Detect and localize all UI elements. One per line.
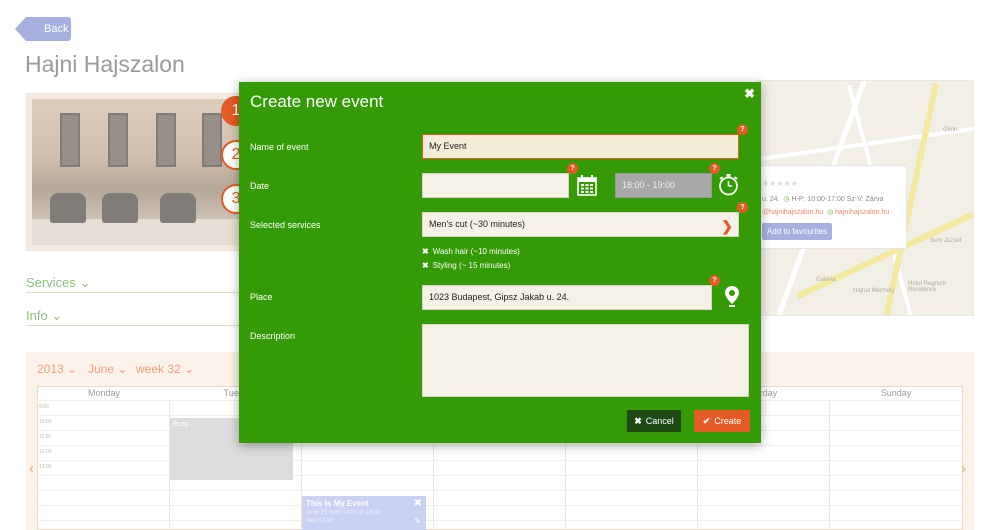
service-select[interactable]: Men's cut (~30 minutes) ❯ bbox=[422, 212, 739, 237]
event-title: This Is My Event bbox=[306, 499, 369, 508]
help-icon[interactable]: ? bbox=[709, 163, 720, 174]
services-toggle[interactable]: Services ⌄ bbox=[26, 275, 90, 291]
place-label: Place bbox=[250, 292, 273, 302]
service-select-value: Men's cut (~30 minutes) bbox=[429, 219, 526, 229]
info-toggle[interactable]: Info ⌄ bbox=[26, 308, 62, 324]
divider bbox=[26, 325, 246, 326]
chevron-down-icon: ⌄ bbox=[79, 275, 91, 290]
stopwatch-icon[interactable] bbox=[718, 174, 739, 196]
extra-service-item: ✖ Styling (~ 15 minutes) bbox=[422, 261, 511, 270]
website-link[interactable]: hajnihajszalon.hu bbox=[835, 209, 889, 216]
remove-icon[interactable]: ✖ bbox=[422, 261, 429, 270]
dialog-title: Create new event bbox=[250, 92, 384, 111]
year-select[interactable]: 2013 ⌄ bbox=[37, 362, 77, 376]
chevron-down-icon: ⌄ bbox=[184, 362, 195, 376]
edit-event-icon[interactable]: ✎ bbox=[414, 517, 421, 526]
cancel-button[interactable]: ✖ Cancel bbox=[627, 410, 681, 432]
map-label: Galéria bbox=[816, 277, 836, 283]
chevron-down-icon: ⌄ bbox=[117, 362, 128, 376]
create-event-dialog: Create new event ✖ Name of event My Even… bbox=[239, 82, 761, 443]
event-service: Men's Cut bbox=[306, 518, 333, 524]
time-label: 10:00 bbox=[39, 419, 52, 425]
month-select[interactable]: June ⌄ bbox=[88, 362, 127, 376]
time-input[interactable]: 18:00 - 19:00 bbox=[615, 173, 712, 198]
close-icon[interactable]: ✖ bbox=[744, 86, 755, 102]
map-info-card: ★★★★★ u. 24. ◷ H-P: 10:00-17:00 Sz-V: Zá… bbox=[757, 165, 907, 249]
prev-week-arrow-icon[interactable]: ‹ bbox=[29, 460, 34, 477]
date-input[interactable] bbox=[422, 173, 569, 198]
help-icon[interactable]: ? bbox=[737, 124, 748, 135]
event-time: June 23 from 14:00 to 16:00 bbox=[306, 510, 382, 516]
close-icon: ✖ bbox=[634, 416, 642, 426]
back-button[interactable]: Back bbox=[15, 17, 71, 41]
salon-photo bbox=[26, 93, 248, 251]
create-button[interactable]: ✔ Create bbox=[694, 410, 750, 432]
week-select[interactable]: week 32 ⌄ bbox=[136, 362, 194, 376]
day-header-monday: Monday bbox=[87, 388, 121, 398]
help-icon[interactable]: ? bbox=[737, 202, 748, 213]
event-name-input[interactable]: My Event bbox=[422, 134, 739, 159]
day-header-sunday: Sunday bbox=[880, 388, 912, 398]
description-label: Description bbox=[250, 331, 296, 341]
time-label: 9:00 bbox=[39, 404, 49, 410]
time-label: 12:00 bbox=[39, 449, 52, 455]
chevron-down-icon: ⌄ bbox=[51, 308, 63, 323]
check-icon: ✔ bbox=[702, 416, 711, 426]
add-to-favourites-button[interactable]: Add to favourites bbox=[762, 223, 832, 240]
calendar-event[interactable]: This Is My Event June 23 from 14:00 to 1… bbox=[302, 496, 426, 530]
help-icon[interactable]: ? bbox=[709, 275, 720, 286]
time-label: 11:00 bbox=[39, 434, 52, 440]
chevron-down-icon: ❯ bbox=[721, 218, 733, 234]
time-label: 13:00 bbox=[39, 464, 52, 470]
name-label: Name of event bbox=[250, 142, 309, 152]
remove-icon[interactable]: ✖ bbox=[422, 247, 429, 256]
email-link[interactable]: @hajnihajszalon.hu bbox=[762, 209, 823, 216]
description-textarea[interactable] bbox=[422, 324, 749, 397]
rating-stars: ★★★★★ bbox=[762, 179, 798, 188]
divider bbox=[26, 292, 246, 293]
calendar-icon[interactable] bbox=[577, 175, 597, 196]
map-label: Hajnal Menhely bbox=[853, 288, 895, 294]
date-label: Date bbox=[250, 181, 270, 191]
salon-title: Hajni Hajszalon bbox=[25, 51, 185, 77]
map-label: Bem József bbox=[930, 238, 962, 244]
clock-icon: ◷ bbox=[783, 196, 790, 203]
next-week-arrow-icon[interactable]: › bbox=[961, 460, 966, 477]
chevron-down-icon: ⌄ bbox=[67, 362, 78, 376]
delete-event-icon[interactable]: ✖ bbox=[414, 498, 422, 509]
map-pin-icon[interactable] bbox=[724, 285, 740, 308]
map-label: Hotel Regnum Residence bbox=[908, 281, 947, 293]
services-label: Selected services bbox=[250, 220, 321, 230]
place-input[interactable]: 1023 Budapest, Gipsz Jakab u. 24. bbox=[422, 285, 712, 310]
globe-icon: ◎ bbox=[827, 209, 834, 216]
map-label: Gimn. bbox=[943, 127, 960, 133]
help-icon[interactable]: ? bbox=[567, 163, 578, 174]
extra-service-item: ✖ Wash hair (~10 minutes) bbox=[422, 247, 520, 256]
